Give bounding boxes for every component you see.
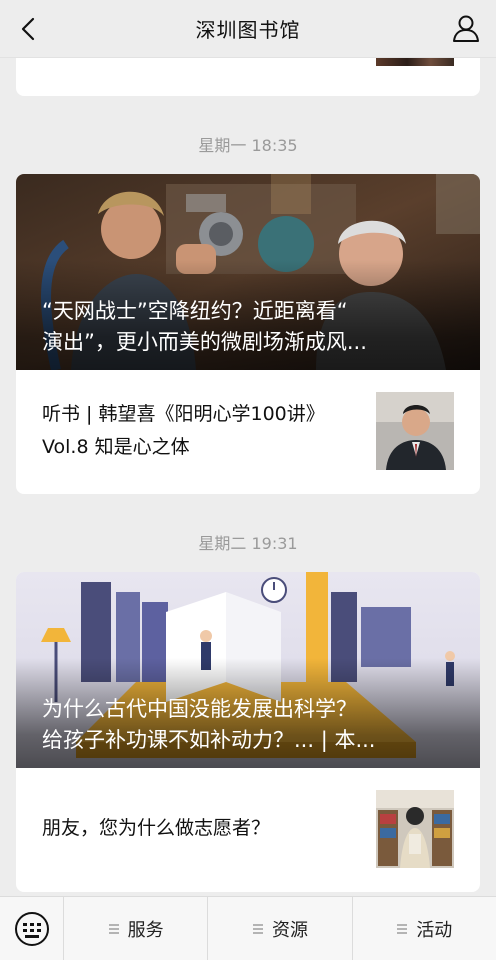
keyboard-toggle-button[interactable] (0, 897, 64, 960)
article-thumbnail (376, 392, 454, 470)
menu-services[interactable]: 服务 (64, 897, 209, 960)
previous-article-card[interactable] (16, 58, 480, 96)
menu-label: 资源 (271, 919, 308, 941)
article-card[interactable]: 为什么古代中国没能发展出科学？ 给孩子补功课不如补动力？... | 本... 朋… (16, 572, 480, 892)
keyboard-icon (14, 912, 49, 946)
bottom-menu-bar: 服务 资源 活动 (0, 896, 496, 960)
menu-label: 活动 (416, 919, 453, 941)
menu-label: 服务 (127, 919, 164, 941)
wechat-official-account-page: 深圳图书馆 星期一 18:35 “天网战士”空降纽约？近距离看“ 演出”，更小而… (0, 0, 496, 960)
hero-article-title[interactable]: 为什么古代中国没能发展出科学？ 给孩子补功课不如补动力？... | 本... (42, 694, 462, 756)
article-list-item[interactable]: 朋友，您为什么做志愿者？ (16, 768, 480, 892)
hero-article[interactable]: 为什么古代中国没能发展出科学？ 给孩子补功课不如补动力？... | 本... (16, 572, 480, 768)
article-title[interactable]: 听书 | 韩望喜《阳明心学100讲》Vol.8 知是心之体 (42, 398, 342, 464)
menu-lines-icon (397, 923, 408, 934)
message-feed[interactable]: 星期一 18:35 “天网战士”空降纽约？近距离看“ 演出”，更小而美的微剧场渐… (0, 58, 496, 896)
hero-article[interactable]: “天网战士”空降纽约？近距离看“ 演出”，更小而美的微剧场渐成风... (16, 174, 480, 370)
chevron-left-icon[interactable] (14, 14, 44, 44)
message-timestamp: 星期二 19:31 (198, 534, 298, 553)
nav-header: 深圳图书馆 (0, 0, 496, 58)
article-card[interactable]: “天网战士”空降纽约？近距离看“ 演出”，更小而美的微剧场渐成风... 听书 |… (16, 174, 480, 494)
menu-lines-icon (252, 923, 263, 934)
menu-activities[interactable]: 活动 (353, 897, 496, 960)
menu-lines-icon (108, 923, 119, 934)
article-thumbnail (376, 790, 454, 868)
user-icon[interactable] (450, 12, 482, 44)
hero-article-title[interactable]: “天网战士”空降纽约？近距离看“ 演出”，更小而美的微剧场渐成风... (42, 296, 462, 358)
menu-resources[interactable]: 资源 (208, 897, 353, 960)
page-title: 深圳图书馆 (195, 18, 301, 42)
article-title[interactable]: 朋友，您为什么做志愿者？ (42, 812, 342, 845)
message-timestamp: 星期一 18:35 (198, 136, 298, 155)
article-list-item[interactable]: 听书 | 韩望喜《阳明心学100讲》Vol.8 知是心之体 (16, 370, 480, 494)
article-thumbnail (376, 58, 454, 66)
